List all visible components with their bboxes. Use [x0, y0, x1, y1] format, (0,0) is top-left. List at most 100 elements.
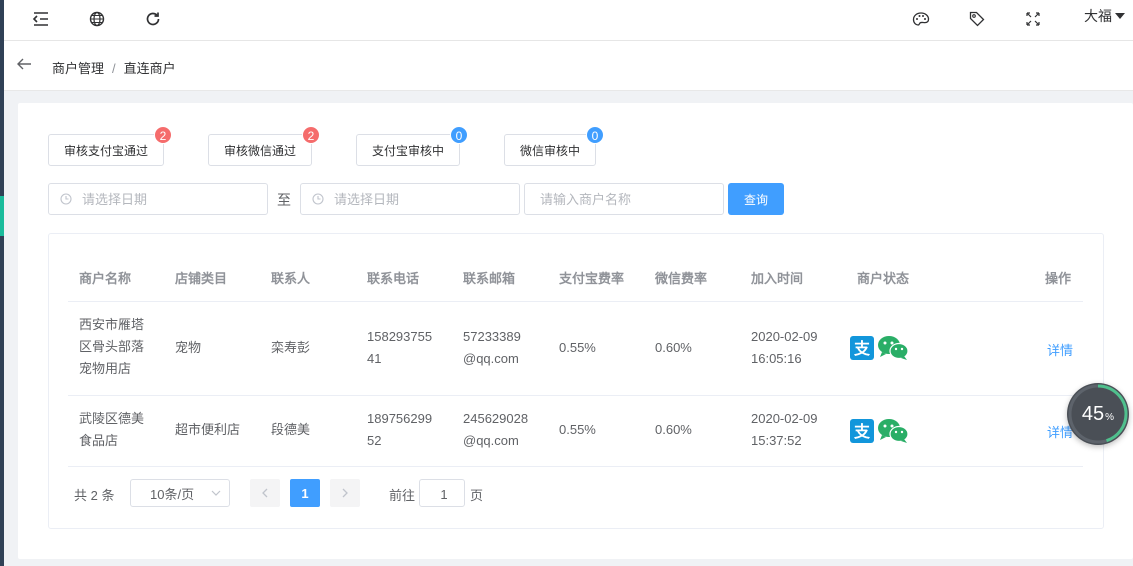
svg-text:支: 支 [853, 422, 871, 441]
status-cell: 支 [850, 335, 909, 361]
merchant-name-cell: 武陵区德美 食品店 [79, 408, 144, 452]
wechat-icon [878, 336, 909, 360]
merchant-name-line: 区骨头部落 [79, 339, 145, 354]
email-line: @qq.com [463, 433, 519, 448]
back-arrow-icon[interactable] [16, 56, 36, 76]
phone-line: 52 [367, 433, 382, 448]
column-header: 联系邮箱 [463, 271, 516, 286]
phone-cell: 158293755 41 [367, 326, 432, 370]
merchant-name-line: 西安市雁塔 [79, 317, 145, 332]
goto-prefix: 前往 [389, 488, 416, 503]
column-header: 操作 [1045, 271, 1072, 286]
table-divider [68, 301, 1083, 302]
email-cell: 245629028 @qq.com [463, 408, 528, 452]
column-header: 微信费率 [655, 271, 708, 286]
top-navbar: 大福 [4, 0, 1133, 41]
tag-icon[interactable] [966, 8, 988, 30]
goto-page-field[interactable] [419, 479, 468, 508]
start-date-input[interactable] [80, 190, 254, 208]
merchant-name-field[interactable] [524, 183, 724, 215]
menu-fold-icon[interactable] [30, 8, 52, 30]
status-button-label: 支付宝审核中 [371, 143, 444, 158]
column-header: 商户状态 [857, 271, 910, 286]
svg-text:支: 支 [853, 339, 871, 358]
prev-page-button[interactable] [250, 479, 280, 507]
progress-value: 45 [1081, 402, 1105, 425]
phone-line: 41 [367, 351, 382, 366]
refresh-icon[interactable] [142, 8, 164, 30]
category-cell: 宠物 [175, 340, 202, 355]
table-divider [68, 395, 1083, 396]
clock-icon [60, 193, 72, 205]
palette-icon[interactable] [910, 8, 932, 30]
phone-line: 189756299 [367, 411, 433, 426]
breadcrumb: 商户管理 / 直连商户 [52, 58, 176, 77]
chevron-down-icon [211, 490, 221, 496]
alipay-rate-cell: 0.55% [559, 340, 596, 355]
next-page-button[interactable] [330, 479, 360, 507]
join-time-cell: 2020-02-09 16:05:16 [751, 326, 818, 370]
alipay-icon: 支 [850, 419, 874, 443]
email-cell: 57233389 @qq.com [463, 326, 521, 370]
date-range-separator: 至 [277, 192, 291, 208]
breadcrumb-separator: / [112, 61, 116, 76]
fullscreen-icon[interactable] [1022, 8, 1044, 30]
goto-page-input[interactable] [420, 480, 468, 508]
globe-icon[interactable] [86, 8, 108, 30]
sidebar-active-indicator [0, 196, 4, 236]
column-header: 商户名称 [79, 271, 132, 286]
column-header: 加入时间 [751, 271, 804, 286]
merchant-name-line: 食品店 [79, 433, 119, 448]
category-cell: 超市便利店 [175, 422, 241, 437]
end-date-input[interactable] [332, 190, 506, 208]
breadcrumb-bar: 商户管理 / 直连商户 [4, 41, 1133, 91]
alipay-icon: 支 [850, 336, 874, 360]
merchant-name-input[interactable] [525, 190, 722, 208]
progress-widget[interactable]: 45% [1067, 383, 1129, 445]
start-date-picker[interactable] [48, 183, 268, 215]
breadcrumb-item[interactable]: 商户管理 [52, 61, 104, 76]
alipay-rate-cell: 0.55% [559, 422, 596, 437]
merchant-name-cell: 西安市雁塔 区骨头部落 宠物用店 [79, 314, 144, 380]
count-badge: 2 [154, 126, 172, 144]
breadcrumb-item: 直连商户 [123, 61, 176, 76]
pagination-total: 共 2 条 [74, 488, 115, 503]
email-line: 57233389 [463, 329, 521, 344]
column-header: 支付宝费率 [559, 271, 625, 286]
contact-cell: 栾寿彭 [271, 340, 311, 355]
query-button[interactable]: 查询 [728, 183, 784, 215]
merchant-name-line: 武陵区德美 [79, 411, 145, 426]
column-header: 店铺类目 [175, 271, 228, 286]
wechat-rate-cell: 0.60% [655, 340, 692, 355]
merchant-name-line: 宠物用店 [79, 361, 132, 376]
chevron-left-icon [262, 488, 268, 498]
contact-cell: 段德美 [271, 422, 311, 437]
email-line: @qq.com [463, 351, 519, 366]
progress-unit: % [1105, 411, 1115, 423]
chevron-right-icon [342, 488, 348, 498]
user-menu[interactable]: 大福 [1084, 6, 1125, 26]
goto-suffix: 页 [470, 488, 484, 503]
join-time: 15:37:52 [751, 433, 802, 448]
status-button-label: 微信审核中 [519, 143, 580, 158]
page-size-select[interactable]: 10条/页 [130, 479, 230, 507]
phone-line: 158293755 [367, 329, 433, 344]
join-date: 2020-02-09 [751, 411, 818, 426]
detail-link[interactable]: 详情 [1047, 340, 1073, 359]
wechat-reviewing-button[interactable]: 微信审核中 0 [504, 126, 604, 166]
column-header: 联系电话 [367, 271, 420, 286]
page-size-value: 10条/页 [150, 486, 195, 502]
status-button-label: 审核微信通过 [223, 143, 296, 158]
join-date: 2020-02-09 [751, 329, 818, 344]
wechat-icon [878, 419, 909, 443]
caret-down-icon [1115, 13, 1125, 19]
wechat-approved-button[interactable]: 审核微信通过 2 [208, 126, 320, 166]
join-time: 16:05:16 [751, 351, 802, 366]
table-divider [68, 466, 1083, 467]
clock-icon [312, 193, 324, 205]
page-number[interactable]: 1 [290, 479, 320, 507]
alipay-reviewing-button[interactable]: 支付宝审核中 0 [356, 126, 468, 166]
end-date-picker[interactable] [300, 183, 520, 215]
alipay-approved-button[interactable]: 审核支付宝通过 2 [48, 126, 172, 166]
count-badge: 0 [586, 126, 604, 144]
